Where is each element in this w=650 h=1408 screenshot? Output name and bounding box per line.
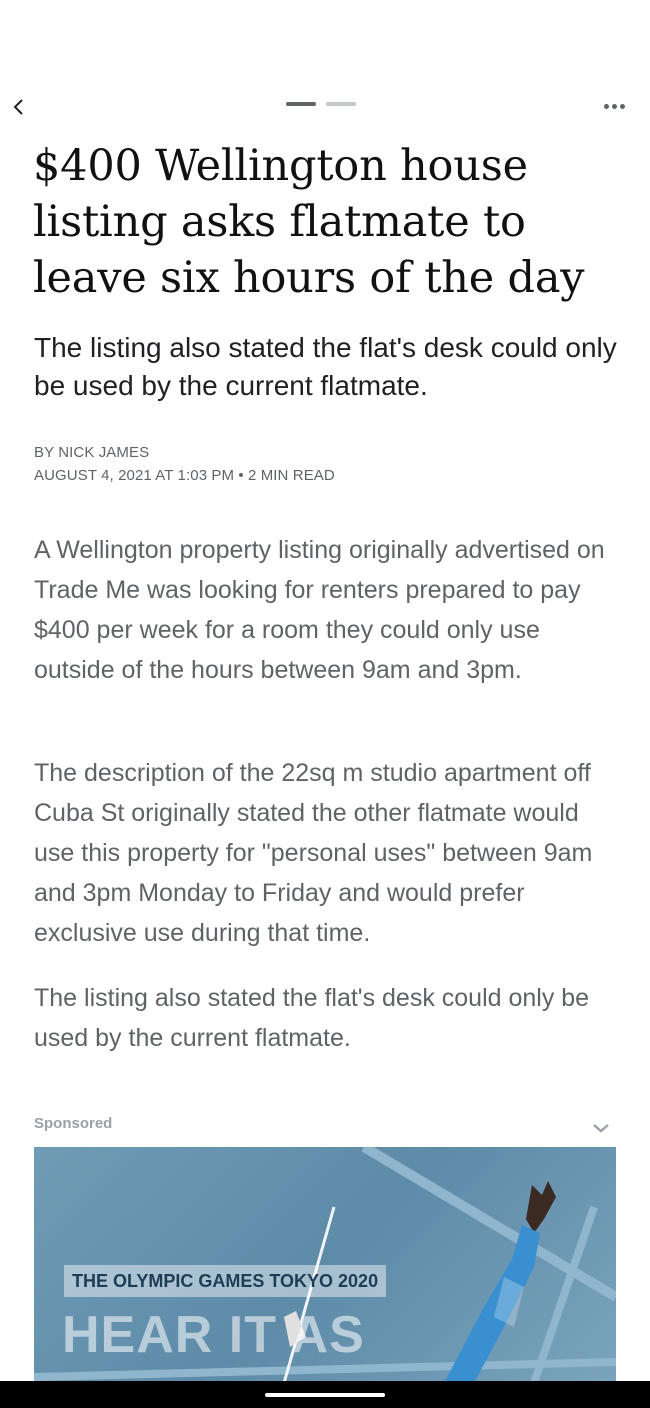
ad-tagline: THE OLYMPIC GAMES TOKYO 2020 [64, 1265, 387, 1297]
article-dateline: AUGUST 4, 2021 AT 1:03 PM • 2 MIN READ [34, 467, 335, 484]
sponsored-ad-image[interactable]: THE OLYMPIC GAMES TOKYO 2020 HEAR IT AS [34, 1147, 616, 1383]
article-paragraph: The listing also stated the flat's desk … [34, 984, 590, 1052]
article-headline: $400 Wellington house listing asks flatm… [33, 141, 585, 303]
back-button[interactable] [6, 92, 30, 120]
page-indicator-inactive[interactable] [326, 102, 356, 106]
ad-headline: HEAR IT AS [62, 1306, 365, 1364]
gesture-handle[interactable] [265, 1393, 385, 1397]
page-indicator-active [286, 102, 316, 106]
top-bar [0, 0, 650, 140]
page-indicator [286, 102, 356, 106]
system-navigation-bar [0, 1381, 650, 1408]
chevron-down-icon [593, 1124, 609, 1133]
chevron-left-icon [13, 99, 23, 115]
article-subheadline: The listing also stated the flat's desk … [34, 332, 617, 401]
article-paragraph: The description of the 22sq m studio apa… [34, 759, 593, 947]
article-byline[interactable]: BY NICK JAMES [34, 443, 149, 463]
more-horizontal-icon [603, 103, 609, 109]
sponsored-label: Sponsored [34, 1115, 113, 1132]
article-paragraph: A Wellington property listing originally… [34, 536, 605, 684]
more-options-button[interactable] [600, 98, 628, 114]
ad-options-button[interactable] [590, 1120, 612, 1136]
